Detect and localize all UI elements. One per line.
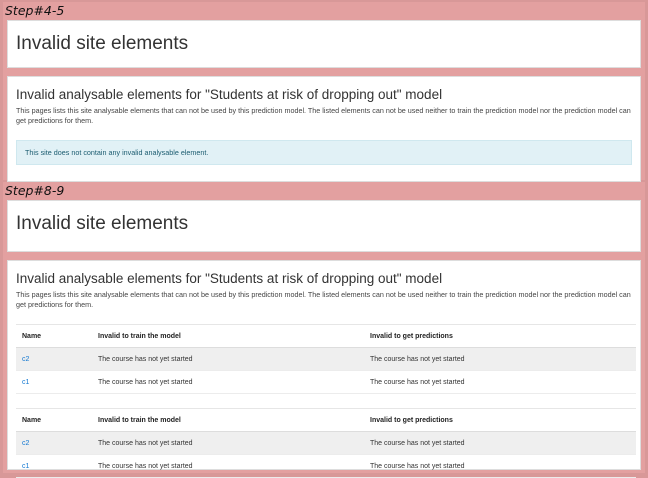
step-label: Step#4-5 [5, 3, 65, 18]
train-reason-cell: The course has not yet started [92, 370, 364, 394]
prediction-reason-cell: The course has not yet started [364, 370, 636, 394]
column-header-predictions: Invalid to get predictions [364, 408, 636, 432]
element-name-link[interactable]: c1 [16, 370, 92, 394]
table-row: c1 The course has not yet started The co… [16, 370, 636, 394]
column-header-predictions: Invalid to get predictions [364, 324, 636, 348]
table-row: c2 The course has not yet started The co… [16, 431, 636, 455]
content-card: Invalid analysable elements for "Student… [7, 260, 641, 478]
page-title: Invalid site elements [16, 213, 189, 234]
page-header-card: Invalid site elements [7, 20, 641, 68]
invalid-elements-table: Name Invalid to train the model Invalid … [16, 408, 636, 478]
train-reason-cell: The course has not yet started [92, 347, 364, 371]
section-heading: Invalid analysable elements for "Student… [16, 271, 443, 286]
invalid-elements-table: Name Invalid to train the model Invalid … [16, 324, 636, 394]
column-header-name: Name [16, 408, 92, 432]
column-header-name: Name [16, 324, 92, 348]
section-description: This pages lists this site analysable el… [16, 290, 631, 309]
table-header-row: Name Invalid to train the model Invalid … [16, 408, 636, 432]
step-panel-2: Step#8-9 Invalid site elements Invalid a… [3, 182, 645, 478]
step-panel-1: Step#4-5 Invalid site elements Invalid a… [3, 2, 645, 182]
page-header-card: Invalid site elements [7, 200, 641, 252]
table-header-row: Name Invalid to train the model Invalid … [16, 324, 636, 348]
page-title: Invalid site elements [16, 33, 189, 54]
section-heading: Invalid analysable elements for "Student… [16, 87, 443, 102]
content-card: Invalid analysable elements for "Student… [7, 76, 641, 182]
step-label: Step#8-9 [5, 183, 65, 198]
info-alert: This site does not contain any invalid a… [16, 140, 632, 165]
column-header-train: Invalid to train the model [92, 408, 364, 432]
prediction-reason-cell: The course has not yet started [364, 431, 636, 455]
prediction-reason-cell: The course has not yet started [364, 347, 636, 371]
element-name-link[interactable]: c2 [16, 431, 92, 455]
column-header-train: Invalid to train the model [92, 324, 364, 348]
element-name-link[interactable]: c2 [16, 347, 92, 371]
element-name-link[interactable]: c1 [16, 454, 92, 478]
table-row: c2 The course has not yet started The co… [16, 347, 636, 371]
train-reason-cell: The course has not yet started [92, 454, 364, 478]
train-reason-cell: The course has not yet started [92, 431, 364, 455]
prediction-reason-cell: The course has not yet started [364, 454, 636, 478]
table-row: c1 The course has not yet started The co… [16, 454, 636, 478]
section-description: This pages lists this site analysable el… [16, 106, 631, 125]
